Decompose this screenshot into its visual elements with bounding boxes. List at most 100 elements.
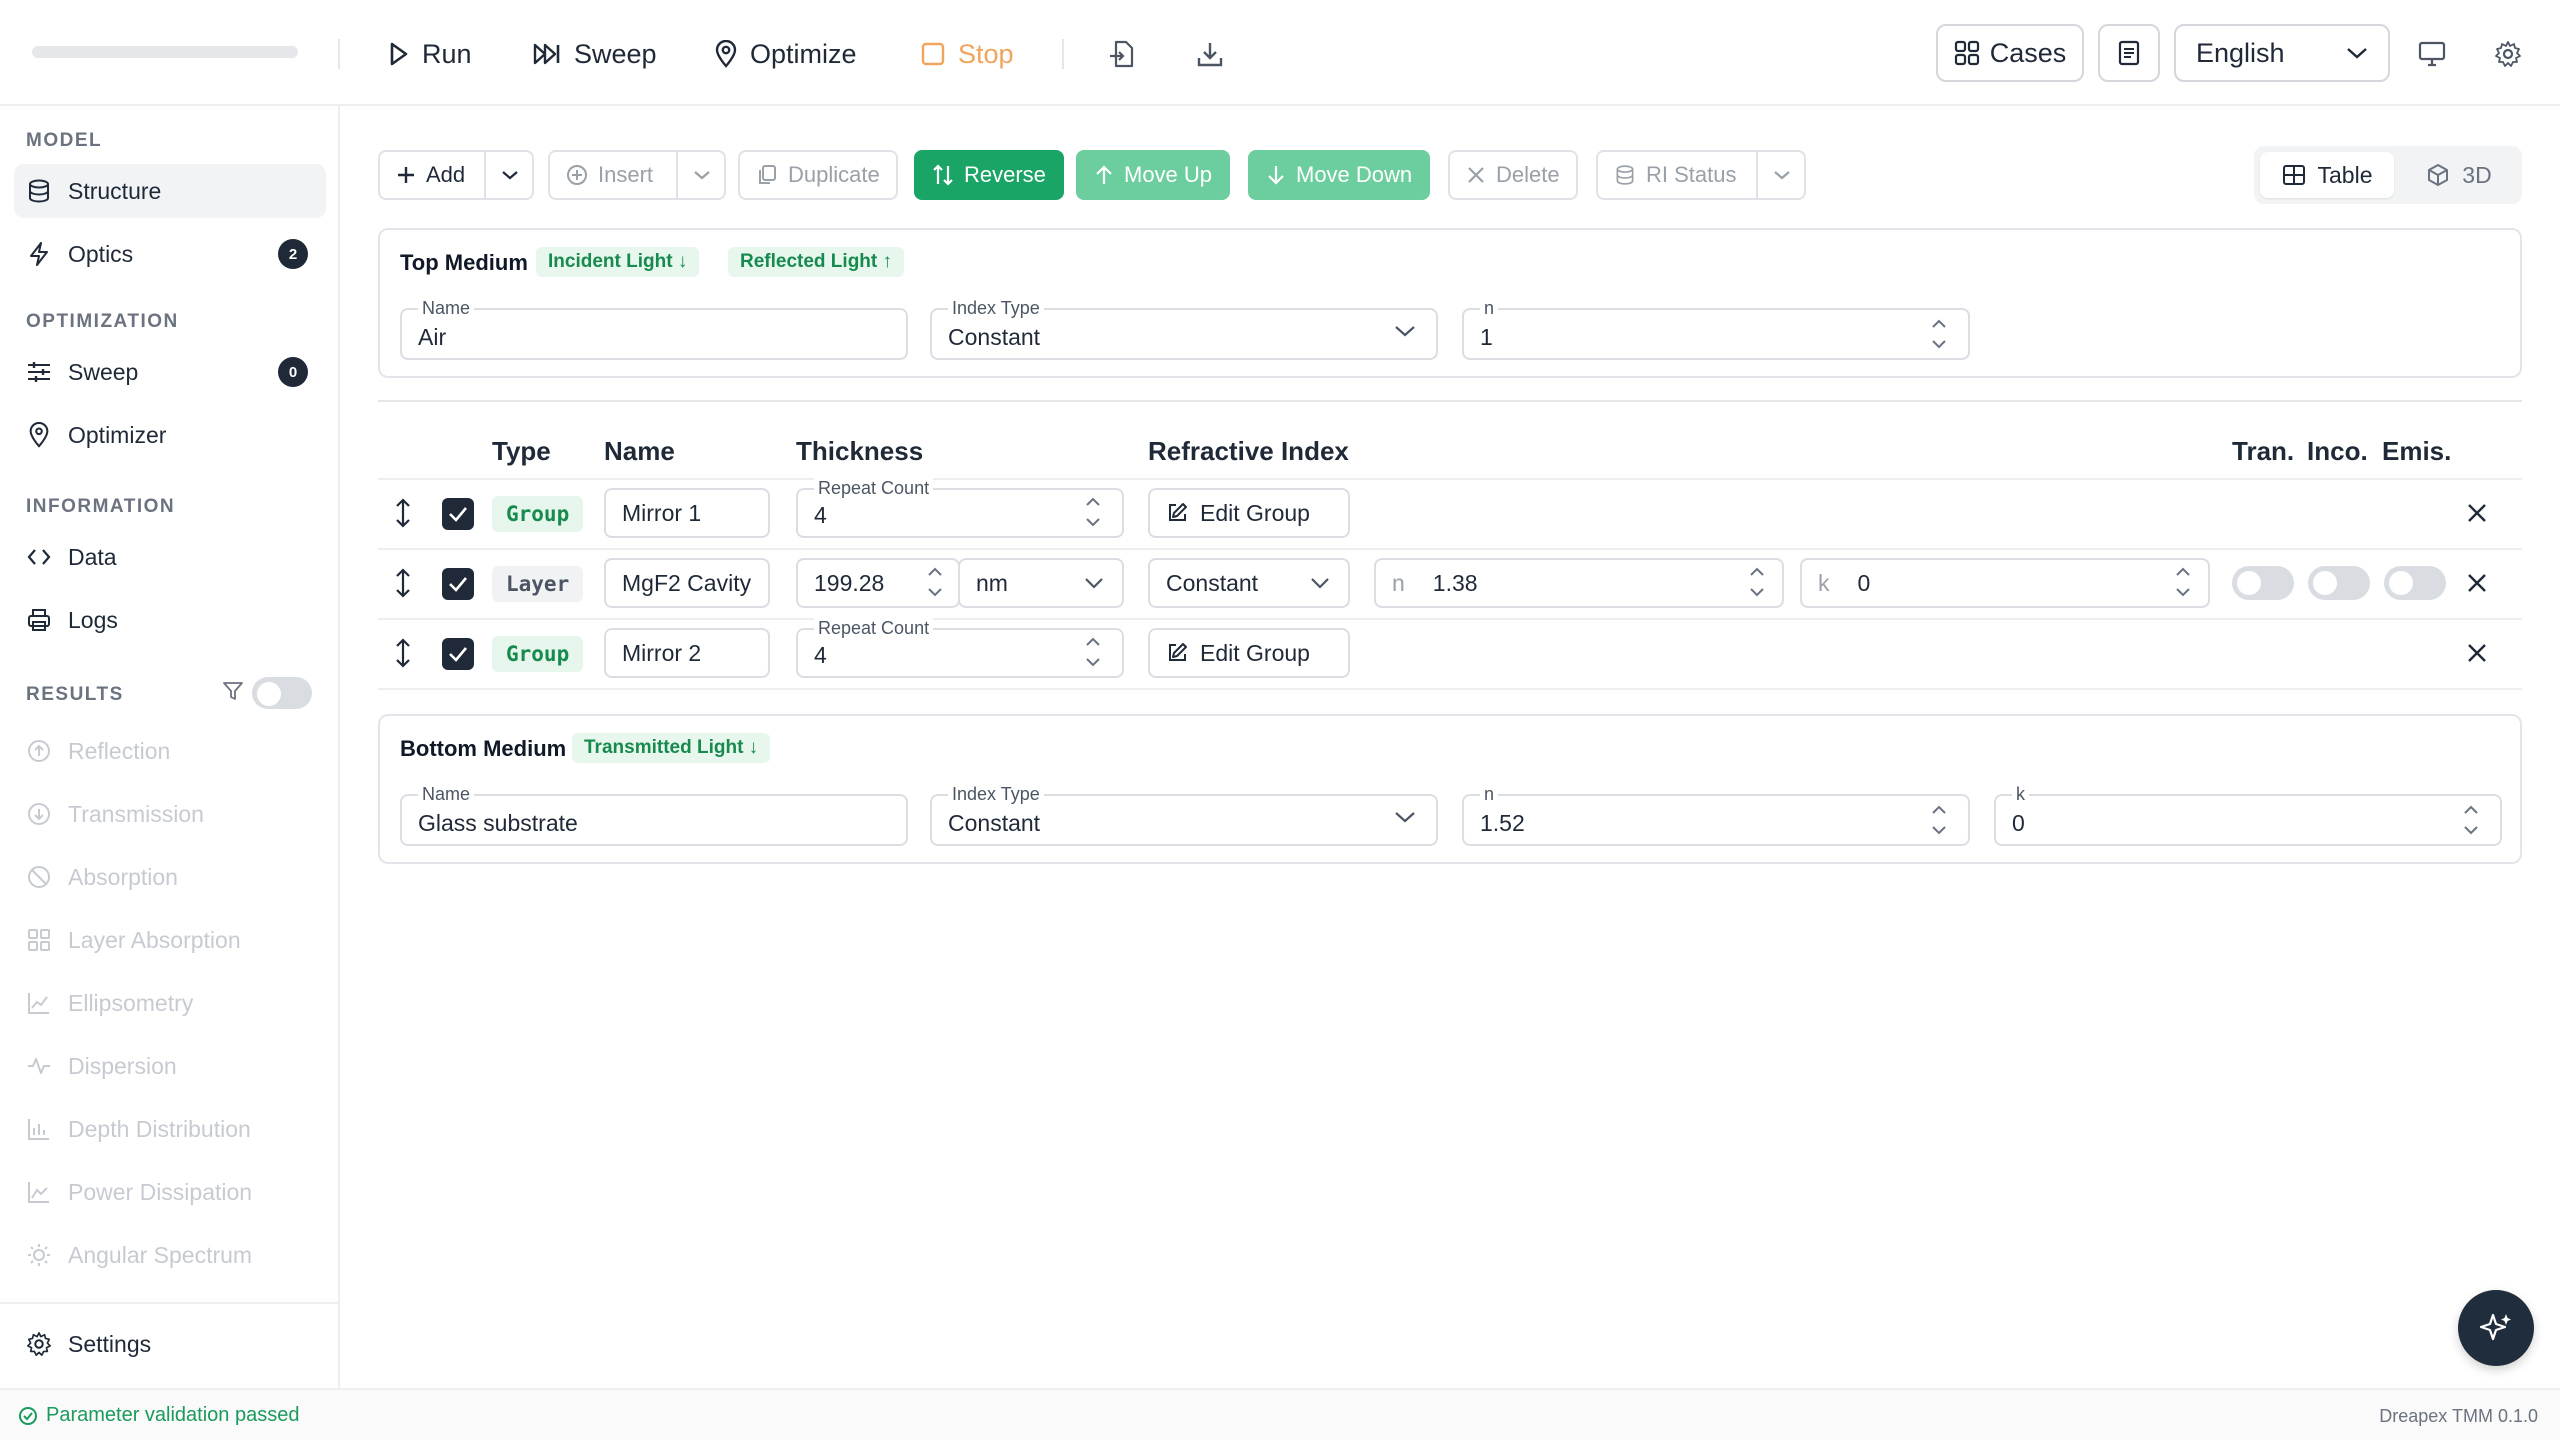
thickness-unit-select[interactable]: nm [958,558,1124,608]
duplicate-button[interactable]: Duplicate [738,150,898,200]
results-toggle[interactable] [252,677,312,709]
filter-icon[interactable] [222,680,244,702]
stepper-icon[interactable] [2462,802,2480,838]
insert-button[interactable]: Insert [550,152,669,198]
display-button[interactable] [2418,30,2446,78]
stepper-icon[interactable] [1084,494,1102,530]
tran-toggle[interactable] [2232,566,2294,600]
sparkle-icon [2479,1311,2513,1345]
remove-row-icon[interactable] [2466,502,2488,524]
thickness-input[interactable]: 199.28 [796,558,960,608]
add-button[interactable]: Add [380,152,481,198]
field-label: Index Type [948,298,1044,318]
type-badge-group: Group [492,496,584,532]
repeat-count-input[interactable]: Repeat Count 4 [796,618,1124,678]
stop-square-icon [920,41,946,67]
bottom-medium-k-input[interactable]: k 0 [1994,784,2502,846]
edit-group-button[interactable]: Edit Group [1148,628,1350,678]
move-up-label: Move Up [1124,162,1213,187]
gear-icon [2494,40,2522,68]
sidebar-item-logs[interactable]: Logs [14,593,326,647]
column-header-tran: Tran. [2232,436,2295,466]
sidebar-item-layer-absorption[interactable]: Layer Absorption [14,913,326,967]
edit-group-button[interactable]: Edit Group [1148,488,1350,538]
stepper-icon[interactable] [1930,802,1948,838]
cases-button[interactable]: Cases [1936,24,2084,82]
bottom-medium-name-field[interactable]: Name Glass substrate [400,784,908,846]
validation-status: Parameter validation passed [18,1404,299,1427]
view-table-tab[interactable]: Table [2260,152,2394,198]
inco-toggle[interactable] [2308,566,2370,600]
row-checkbox[interactable] [442,638,474,670]
sidebar-item-settings[interactable]: Settings [14,1317,326,1371]
sidebar-item-dispersion[interactable]: Dispersion [14,1039,326,1093]
top-medium-index-type-select[interactable]: Index Type Constant [930,298,1438,360]
sidebar-item-reflection[interactable]: Reflection [14,724,326,778]
move-down-button[interactable]: Move Down [1248,150,1431,200]
row-checkbox[interactable] [442,568,474,600]
stepper-icon[interactable] [1930,316,1948,352]
sidebar-item-absorption[interactable]: Absorption [14,850,326,904]
divider [338,39,340,69]
sidebar-item-angular-spectrum[interactable]: Angular Spectrum [14,1228,326,1282]
sidebar-item-sweep[interactable]: Sweep 0 [14,345,326,399]
move-up-button[interactable]: Move Up [1076,150,1231,200]
row-name-input[interactable]: MgF2 Cavity [604,558,770,608]
bottom-medium-index-type-select[interactable]: Index Type Constant [930,784,1438,846]
status-bar: Parameter validation passed Dreapex TMM … [0,1388,2560,1440]
validation-text: Parameter validation passed [46,1404,300,1426]
add-dropdown-button[interactable] [484,152,534,198]
stop-label: Stop [958,38,1014,69]
sweep-button[interactable]: Sweep [532,30,657,78]
remove-row-icon[interactable] [2466,572,2488,594]
ri-status-dropdown-button[interactable] [1756,152,1806,198]
stepper-icon[interactable] [1084,634,1102,670]
n-input[interactable]: n 1.38 [1374,558,1784,608]
field-label: n [1480,784,1499,804]
delete-button[interactable]: Delete [1448,150,1578,200]
view-3d-tab[interactable]: 3D [2404,152,2514,198]
ri-status-button[interactable]: RI Status [1598,152,1752,198]
stepper-icon[interactable] [1748,564,1766,600]
sidebar-item-depth-distribution[interactable]: Depth Distribution [14,1102,326,1156]
row-name-input[interactable]: Mirror 1 [604,488,770,538]
sidebar-item-label: Sweep [68,358,139,385]
stepper-icon[interactable] [926,564,944,600]
sidebar-item-data[interactable]: Data [14,530,326,584]
repeat-count-input[interactable]: Repeat Count 4 [796,478,1124,538]
language-select[interactable]: English [2174,24,2390,82]
drag-handle-icon[interactable] [392,498,414,528]
ai-assistant-button[interactable] [2458,1290,2534,1366]
drag-handle-icon[interactable] [392,568,414,598]
bottom-medium-n-input[interactable]: n 1.52 [1462,784,1970,846]
table-icon [2282,164,2306,186]
field-label: Index Type [948,784,1044,804]
notes-button[interactable] [2098,24,2160,82]
drag-handle-icon[interactable] [392,638,414,668]
run-button[interactable]: Run [388,30,472,78]
index-type-select[interactable]: Constant [1148,558,1350,608]
stepper-icon[interactable] [2174,564,2192,600]
row-name-input[interactable]: Mirror 2 [604,628,770,678]
top-medium-name-field[interactable]: Name Air [400,298,908,360]
reverse-button[interactable]: Reverse [914,150,1064,200]
k-input[interactable]: k 0 [1800,558,2210,608]
settings-gear-button[interactable] [2494,30,2522,78]
sidebar-item-transmission[interactable]: Transmission [14,787,326,841]
import-button[interactable] [1108,30,1136,78]
file-import-icon [1108,39,1136,69]
row-checkbox[interactable] [442,498,474,530]
sidebar-item-ellipsometry[interactable]: Ellipsometry [14,976,326,1030]
download-button[interactable] [1196,30,1224,78]
remove-row-icon[interactable] [2466,642,2488,664]
emis-toggle[interactable] [2384,566,2446,600]
section-header-information: INFORMATION [26,496,176,517]
optimize-button[interactable]: Optimize [714,30,857,78]
sidebar-item-optics[interactable]: Optics 2 [14,227,326,281]
sidebar-item-optimizer[interactable]: Optimizer [14,408,326,462]
top-medium-n-input[interactable]: n 1 [1462,298,1970,360]
sidebar-item-power-dissipation[interactable]: Power Dissipation [14,1165,326,1219]
sidebar-item-structure[interactable]: Structure [14,164,326,218]
stop-button[interactable]: Stop [920,30,1014,78]
insert-dropdown-button[interactable] [676,152,726,198]
